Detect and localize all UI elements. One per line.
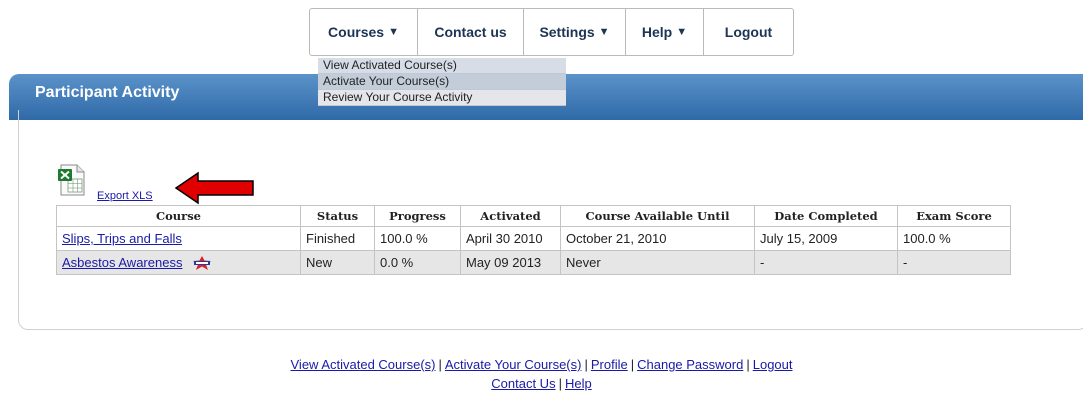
footer-separator: | (584, 357, 588, 372)
footer-separator: | (746, 357, 750, 372)
col-header-status[interactable]: Status (300, 205, 375, 227)
activity-table: Course Status Progress Activated Course … (56, 205, 1011, 275)
nav-help[interactable]: Help ▼ (626, 9, 704, 55)
table-row: Asbestos Awareness New 0.0 % May 09 2013… (56, 250, 1011, 275)
course-link[interactable]: Slips, Trips and Falls (62, 231, 182, 246)
available-until-cell: Never (560, 250, 755, 275)
col-header-date-completed[interactable]: Date Completed (754, 205, 898, 227)
status-cell: Finished (300, 226, 375, 251)
footer-link-view-activated[interactable]: View Activated Course(s) (291, 357, 436, 372)
footer-link-profile[interactable]: Profile (591, 357, 628, 372)
progress-cell: 0.0 % (374, 250, 461, 275)
date-completed-cell: - (754, 250, 898, 275)
nav-help-label: Help (641, 24, 673, 40)
course-cell: Asbestos Awareness (56, 250, 301, 275)
footer-link-contact-us[interactable]: Contact Us (491, 376, 555, 391)
col-header-available-until[interactable]: Course Available Until (560, 205, 755, 227)
footer-separator: | (438, 357, 442, 372)
nav-logout[interactable]: Logout (704, 9, 793, 55)
course-cell: Slips, Trips and Falls (56, 226, 301, 251)
page-title: Participant Activity (35, 84, 180, 101)
date-completed-cell: July 15, 2009 (754, 226, 898, 251)
footer: View Activated Course(s) | Activate Your C… (0, 355, 1083, 393)
export-xls-link[interactable]: Export XLS (97, 190, 153, 202)
footer-link-help[interactable]: Help (565, 376, 592, 391)
caret-down-icon: ▼ (598, 26, 610, 38)
footer-row-2: Contact Us | Help (0, 374, 1083, 393)
nav-courses-label: Courses (328, 24, 385, 40)
table-header-row: Course Status Progress Activated Course … (56, 205, 1011, 227)
col-header-progress[interactable]: Progress (374, 205, 461, 227)
table-row: Slips, Trips and Falls Finished 100.0 % … (56, 226, 1011, 251)
exam-score-cell: - (897, 250, 1011, 275)
nav-logout-label: Logout (724, 24, 773, 40)
nav-settings-label: Settings (539, 24, 595, 40)
top-nav: Courses ▼ Contact us Settings ▼ Help ▼ L… (309, 8, 794, 56)
red-arrow-icon (174, 171, 254, 205)
footer-separator: | (630, 357, 635, 372)
nav-courses[interactable]: Courses ▼ (310, 9, 418, 55)
col-header-course[interactable]: Course (56, 205, 301, 227)
caret-down-icon: ▼ (388, 26, 399, 38)
menu-item-view-activated[interactable]: View Activated Course(s) (318, 58, 566, 74)
new-badge-icon (193, 256, 212, 271)
footer-row-1: View Activated Course(s) | Activate Your C… (0, 355, 1083, 374)
course-link[interactable]: Asbestos Awareness (62, 255, 182, 270)
col-header-exam-score[interactable]: Exam Score (897, 205, 1011, 227)
nav-settings[interactable]: Settings ▼ (524, 9, 626, 55)
menu-item-review-activity[interactable]: Review Your Course Activity (318, 90, 566, 106)
activated-cell: April 30 2010 (460, 226, 561, 251)
courses-dropdown-menu: View Activated Course(s) Activate Your C… (318, 58, 566, 106)
status-cell: New (300, 250, 375, 275)
nav-contact-label: Contact us (434, 24, 507, 40)
menu-item-activate-course[interactable]: Activate Your Course(s) (318, 74, 566, 90)
footer-link-activate-course[interactable]: Activate Your Course(s) (445, 357, 582, 372)
footer-link-change-password[interactable]: Change Password (637, 357, 743, 372)
exam-score-cell: 100.0 % (897, 226, 1011, 251)
excel-file-icon[interactable] (57, 164, 87, 196)
caret-down-icon: ▼ (676, 26, 688, 38)
progress-cell: 100.0 % (374, 226, 461, 251)
nav-contact-us[interactable]: Contact us (418, 9, 524, 55)
col-header-activated[interactable]: Activated (460, 205, 561, 227)
activated-cell: May 09 2013 (460, 250, 561, 275)
footer-separator: | (558, 376, 562, 391)
available-until-cell: October 21, 2010 (560, 226, 755, 251)
footer-link-logout[interactable]: Logout (753, 357, 793, 372)
